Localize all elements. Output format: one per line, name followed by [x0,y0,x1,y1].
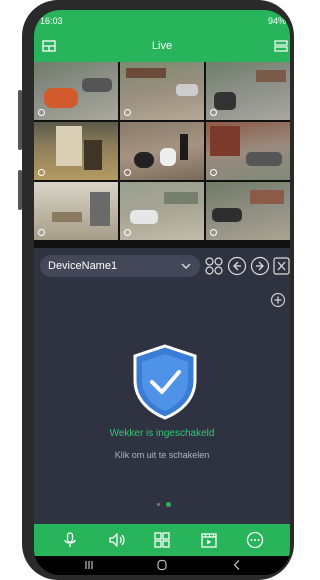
system-nav-bar [34,556,290,575]
previous-icon[interactable] [227,256,247,276]
recent-apps-icon[interactable] [82,559,96,571]
home-icon[interactable] [155,559,169,571]
camera-tile[interactable] [120,62,204,120]
playback-icon[interactable] [200,531,218,549]
grid-select-icon[interactable] [204,256,224,276]
page-dot-active[interactable] [166,502,171,507]
camera-tile[interactable] [34,122,118,180]
alarm-panel: Wekker is ingeschakeld Klik om uit te sc… [34,284,290,524]
menu-icon[interactable] [274,40,288,52]
header-bar: 16:03 94% Live [34,10,290,62]
back-icon[interactable] [230,559,244,571]
power-button [18,170,22,210]
camera-tile[interactable] [206,122,290,180]
camera-tile[interactable] [34,62,118,120]
bottom-toolbar [34,524,290,556]
app-screen: 16:03 94% Live DeviceName1 Wekker is ing… [34,10,290,575]
page-title: Live [151,40,173,52]
more-icon[interactable] [246,531,264,549]
page-dot[interactable] [157,503,160,506]
page-indicator [157,502,177,508]
next-icon[interactable] [250,256,270,276]
alarm-status-text[interactable]: Wekker is ingeschakeld [34,428,290,439]
status-bar: 16:03 94% [34,16,290,28]
camera-tile[interactable] [120,182,204,240]
alarm-hint-text: Klik om uit te schakelen [114,450,210,460]
camera-grid [34,62,290,248]
speaker-icon[interactable] [108,531,126,549]
camera-tile[interactable] [206,62,290,120]
device-controls: DeviceName1 [34,248,290,284]
close-icon[interactable] [272,256,290,276]
camera-tile[interactable] [206,182,290,240]
layout-grid-icon[interactable] [153,531,171,549]
microphone-icon[interactable] [61,531,79,549]
status-battery: 94% [267,16,286,26]
camera-tile[interactable] [120,122,204,180]
device-selector-label: DeviceName1 [48,260,118,272]
volume-button [18,90,22,150]
status-time: 16:03 [40,16,63,26]
chevron-down-icon [181,263,191,269]
add-device-icon[interactable] [270,292,286,308]
shield-check-icon[interactable] [132,344,198,420]
device-selector[interactable]: DeviceName1 [40,255,200,277]
camera-tile[interactable] [34,182,118,240]
